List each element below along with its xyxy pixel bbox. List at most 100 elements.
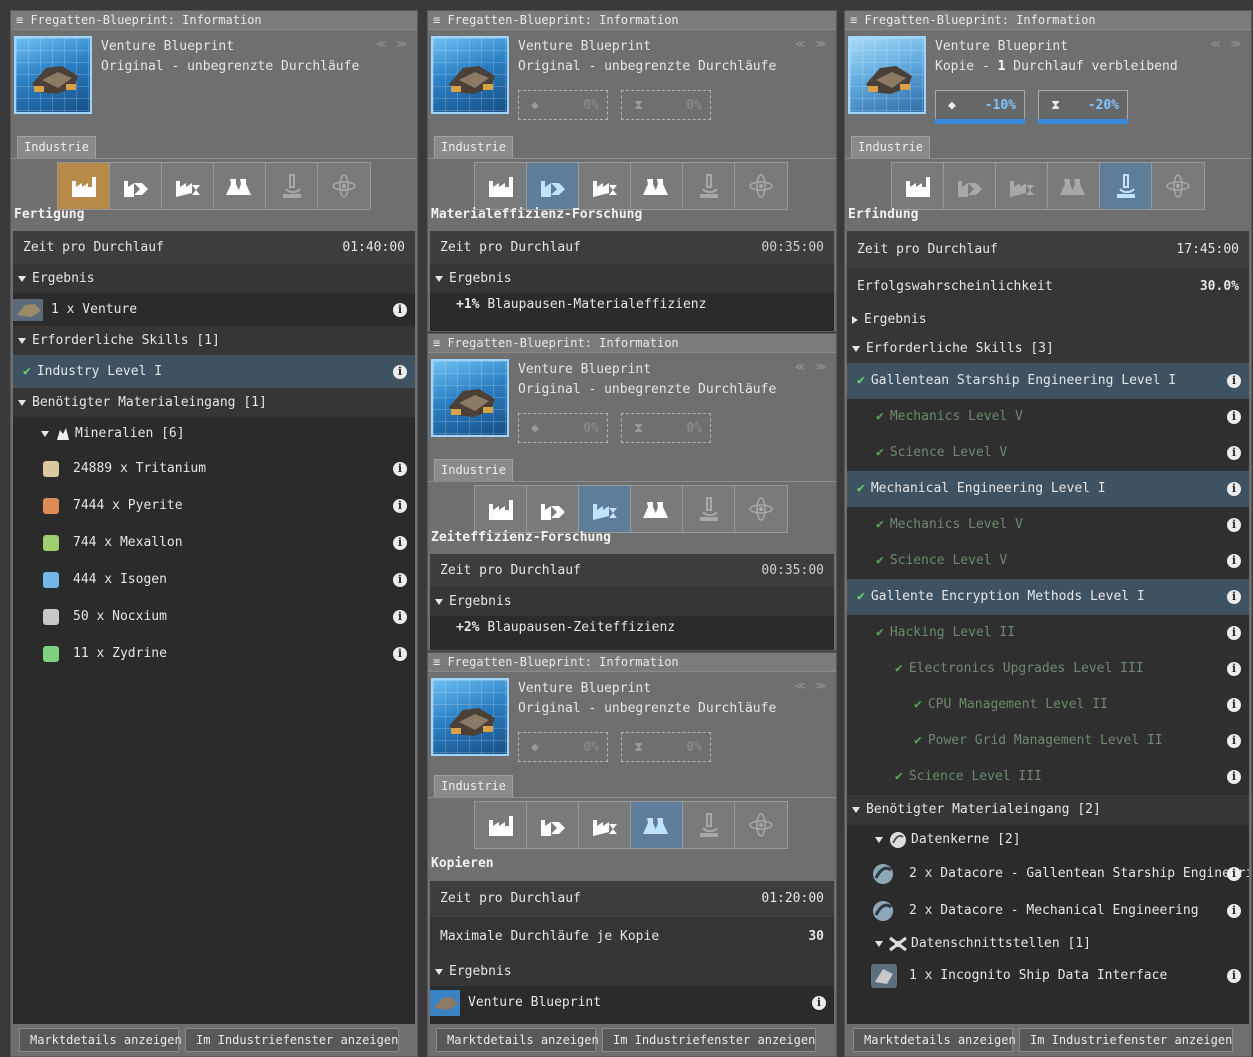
collapse-icon[interactable]: ≪ ≫ <box>795 362 828 373</box>
skill-row[interactable]: ✔ Mechanical Engineering Level I i <box>847 471 1249 507</box>
info-icon[interactable]: i <box>1227 866 1241 881</box>
activity-me-research-button[interactable] <box>110 163 162 209</box>
info-icon[interactable]: i <box>393 646 407 661</box>
activity-me-research-button[interactable] <box>944 163 996 209</box>
materials-header[interactable]: Benötigter Materialeingang [1] <box>13 388 415 417</box>
mineral-row[interactable]: 50 x Nocxium i <box>13 598 415 635</box>
tab-industry[interactable]: Industrie <box>434 775 514 798</box>
market-details-button[interactable]: Marktdetails anzeigen <box>853 1028 1016 1052</box>
activity-me-research-button[interactable] <box>527 486 579 532</box>
activity-manufacturing-button[interactable] <box>475 802 527 848</box>
info-icon[interactable]: i <box>812 995 826 1010</box>
activity-te-research-button[interactable] <box>996 163 1048 209</box>
skill-row[interactable]: ✔ Science Level III i <box>847 759 1249 795</box>
info-icon[interactable]: i <box>1227 554 1241 568</box>
info-icon[interactable]: i <box>1227 482 1241 496</box>
mineral-row[interactable]: 444 x Isogen i <box>13 561 415 598</box>
tab-industry[interactable]: Industrie <box>434 459 514 482</box>
result-header[interactable]: Ergebnis <box>430 264 834 293</box>
info-icon[interactable]: i <box>393 461 407 476</box>
activity-te-research-button[interactable] <box>162 163 214 209</box>
info-icon[interactable]: i <box>1227 626 1241 640</box>
info-icon[interactable]: i <box>1227 770 1241 784</box>
activity-copying-button[interactable] <box>631 163 683 209</box>
activity-manufacturing-button[interactable] <box>892 163 944 209</box>
info-icon[interactable]: i <box>393 364 407 379</box>
activity-invention-button[interactable] <box>266 163 318 209</box>
product-row[interactable]: Venture Blueprint i <box>430 986 834 1019</box>
activity-copying-button[interactable] <box>631 802 683 848</box>
window-titlebar[interactable]: ≡ Fregatten-Blueprint: Information <box>11 11 417 30</box>
skill-row[interactable]: ✔ Mechanics Level V i <box>847 399 1249 435</box>
mineral-row[interactable]: 744 x Mexallon i <box>13 524 415 561</box>
activity-invention-button[interactable] <box>683 163 735 209</box>
info-icon[interactable]: i <box>1227 590 1241 604</box>
tab-industry[interactable]: Industrie <box>17 136 97 159</box>
window-titlebar[interactable]: ≡ Fregatten-Blueprint: Information <box>845 11 1251 30</box>
activity-copying-button[interactable] <box>214 163 266 209</box>
collapse-icon[interactable]: ≪ ≫ <box>1210 39 1243 50</box>
activity-reverse-engineering-button[interactable] <box>1152 163 1204 209</box>
info-icon[interactable]: i <box>393 609 407 624</box>
info-icon[interactable]: i <box>1227 662 1241 676</box>
skill-row[interactable]: ✔ Industry Level Ii <box>13 355 415 388</box>
result-header[interactable]: Ergebnis <box>13 264 415 293</box>
activity-me-research-button[interactable] <box>527 802 579 848</box>
activity-te-research-button[interactable] <box>579 802 631 848</box>
activity-invention-button[interactable] <box>1100 163 1152 209</box>
window-titlebar[interactable]: ≡ Fregatten-Blueprint: Information <box>428 334 836 353</box>
collapse-icon[interactable]: ≪ ≫ <box>795 681 828 692</box>
skill-row[interactable]: ✔ Gallentean Starship Engineering Level I… <box>847 363 1249 399</box>
collapse-icon[interactable]: ≪ ≫ <box>376 39 409 50</box>
skill-row[interactable]: ✔ Power Grid Management Level II i <box>847 723 1249 759</box>
skill-row[interactable]: ✔ Mechanics Level V i <box>847 507 1249 543</box>
result-header[interactable]: Ergebnis <box>430 587 834 616</box>
market-details-button[interactable]: Marktdetails anzeigen <box>436 1028 599 1052</box>
tab-industry[interactable]: Industrie <box>851 136 931 159</box>
skills-header[interactable]: Erforderliche Skills [3] <box>847 334 1249 363</box>
show-industry-button[interactable]: Im Industriefenster anzeigen <box>185 1028 399 1052</box>
product-row[interactable]: 1 x Venture i <box>13 293 415 326</box>
materials-header[interactable]: Benötigter Materialeingang [2] <box>847 795 1249 825</box>
result-header[interactable]: Ergebnis <box>430 957 834 986</box>
info-icon[interactable]: i <box>1227 734 1241 748</box>
datacore-row[interactable]: 2 x Datacore - Gallentean Starship Engin… <box>847 855 1249 892</box>
activity-invention-button[interactable] <box>683 486 735 532</box>
activity-invention-button[interactable] <box>683 802 735 848</box>
activity-reverse-engineering-button[interactable] <box>735 802 787 848</box>
info-icon[interactable]: i <box>1227 446 1241 460</box>
skill-row[interactable]: ✔ Electronics Upgrades Level III i <box>847 651 1249 687</box>
info-icon[interactable]: i <box>1227 698 1241 712</box>
activity-copying-button[interactable] <box>631 486 683 532</box>
info-icon[interactable]: i <box>1227 410 1241 424</box>
show-industry-button[interactable]: Im Industriefenster anzeigen <box>602 1028 816 1052</box>
activity-manufacturing-button[interactable] <box>475 163 527 209</box>
show-industry-button[interactable]: Im Industriefenster anzeigen <box>1019 1028 1233 1052</box>
result-header[interactable]: Ergebnis <box>847 305 1249 334</box>
activity-copying-button[interactable] <box>1048 163 1100 209</box>
info-icon[interactable]: i <box>1227 374 1241 388</box>
skill-row[interactable]: ✔ Hacking Level II i <box>847 615 1249 651</box>
tab-industry[interactable]: Industrie <box>434 136 514 159</box>
skill-row[interactable]: ✔ Science Level V i <box>847 543 1249 579</box>
activity-te-research-button[interactable] <box>579 163 631 209</box>
activity-manufacturing-button[interactable] <box>58 163 110 209</box>
mineral-row[interactable]: 7444 x Pyerite i <box>13 487 415 524</box>
activity-te-research-button[interactable] <box>579 486 631 532</box>
activity-reverse-engineering-button[interactable] <box>318 163 370 209</box>
info-icon[interactable]: i <box>393 302 407 317</box>
info-icon[interactable]: i <box>393 498 407 513</box>
activity-me-research-button[interactable] <box>527 163 579 209</box>
datacores-header[interactable]: Datenkerne [2] <box>847 825 1249 855</box>
interface-row[interactable]: 1 x Incognito Ship Data Interface i <box>847 959 1249 993</box>
skill-row[interactable]: ✔ CPU Management Level II i <box>847 687 1249 723</box>
info-icon[interactable]: i <box>393 535 407 550</box>
skill-row[interactable]: ✔ Gallente Encryption Methods Level I i <box>847 579 1249 615</box>
activity-reverse-engineering-button[interactable] <box>735 486 787 532</box>
skill-row[interactable]: ✔ Science Level V i <box>847 435 1249 471</box>
datacore-row[interactable]: 2 x Datacore - Mechanical Engineering i <box>847 892 1249 929</box>
market-details-button[interactable]: Marktdetails anzeigen <box>19 1028 182 1052</box>
info-icon[interactable]: i <box>1227 969 1241 983</box>
info-icon[interactable]: i <box>1227 903 1241 918</box>
interfaces-header[interactable]: Datenschnittstellen [1] <box>847 929 1249 959</box>
